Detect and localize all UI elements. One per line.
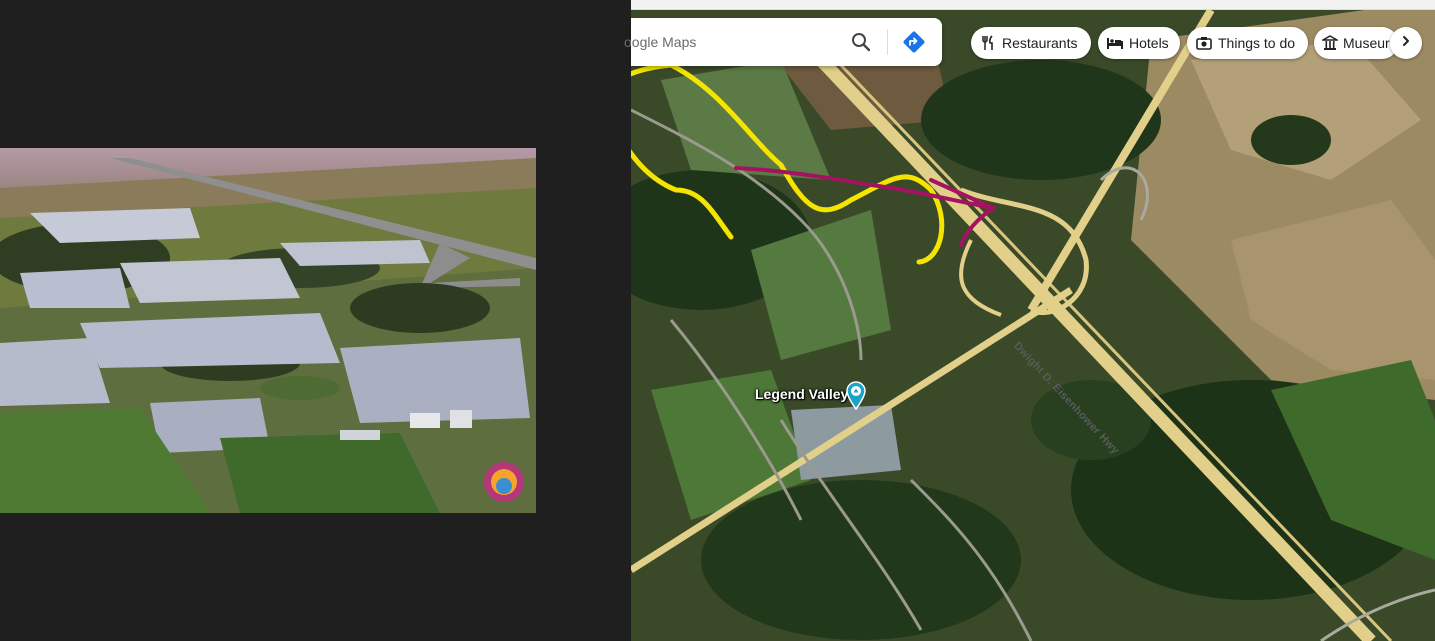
camera-icon [1195,34,1213,52]
satellite-map[interactable] [631,0,1435,641]
left-pane [0,0,631,641]
directions-icon[interactable] [902,30,926,54]
map-view[interactable] [631,0,1435,641]
chevron-right-icon [1400,34,1412,52]
chip-label: Hotels [1129,35,1169,51]
chip-museums[interactable]: Museur [1314,27,1398,59]
screenshot-root: Restaurants Hotels Things to do Museur D… [0,0,1435,641]
chip-restaurants[interactable]: Restaurants [971,27,1091,59]
museum-icon [1322,34,1338,52]
bed-icon [1106,34,1124,52]
fork-knife-icon [979,34,997,52]
search-input[interactable] [624,27,834,57]
search-box[interactable] [624,18,942,66]
search-divider [887,29,888,55]
place-label-legend-valley[interactable]: Legend Valley [755,386,848,402]
map-top-strip [631,0,1435,10]
attraction-pin-icon[interactable] [845,380,867,411]
chips-next-button[interactable] [1390,27,1422,59]
chip-label: Museur [1343,35,1390,51]
search-icon[interactable] [849,30,873,54]
chip-label: Restaurants [1002,35,1078,51]
chip-hotels[interactable]: Hotels [1098,27,1180,59]
chip-things-to-do[interactable]: Things to do [1187,27,1308,59]
chip-label: Things to do [1218,35,1296,51]
aerial-festival-photo [0,148,536,513]
